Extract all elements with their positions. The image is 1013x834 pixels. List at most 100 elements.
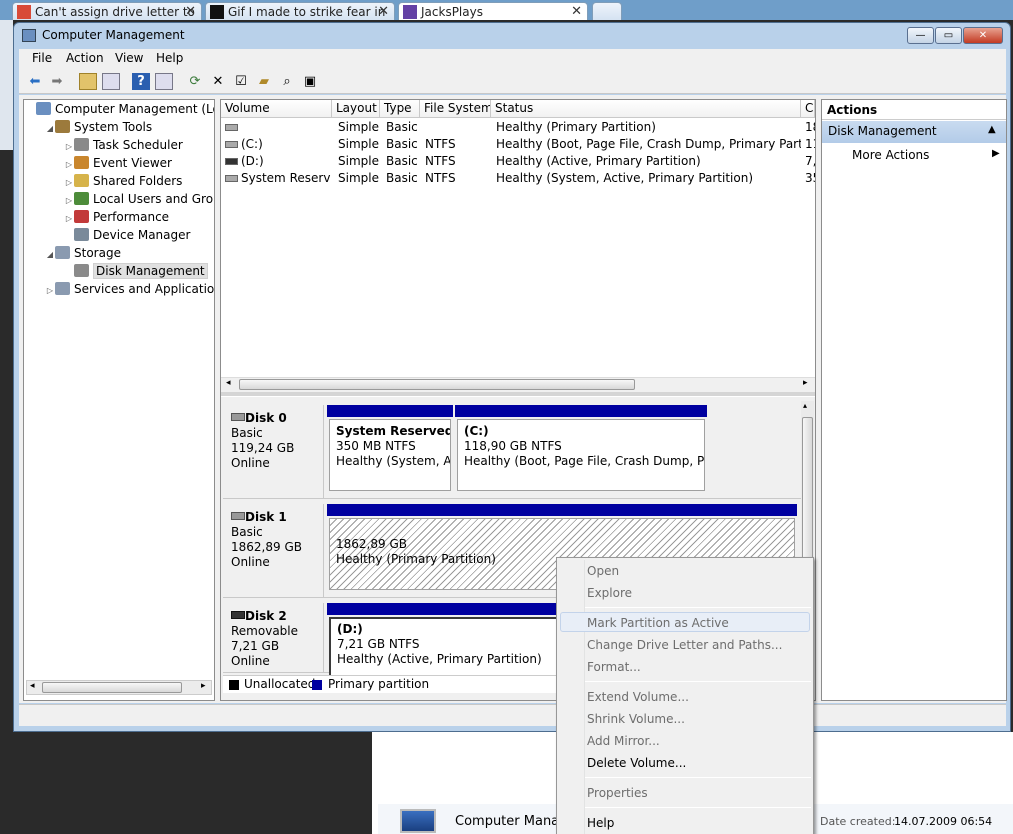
maximize-button[interactable]: ▭ [935,27,962,44]
show-action-pane-icon[interactable] [155,73,173,90]
partition-c[interactable]: (C:) 118,90 GB NTFS Healthy (Boot, Page … [455,405,707,495]
open-folder-icon[interactable]: ▰ [255,73,273,90]
column-header-layout[interactable]: Layout [332,100,380,118]
close-tab-icon[interactable]: ✕ [378,3,389,20]
date-created-label: Date created: [820,815,896,828]
new-tab-button[interactable] [592,2,622,20]
partition-system-reserved[interactable]: System Reserved 350 MB NTFS Healthy (Sys… [327,405,453,495]
table-cell-volume: (C:) [241,137,263,151]
settings-icon[interactable]: ▣ [301,73,319,90]
menu-item-format[interactable]: Format... [587,657,641,677]
scroll-right-icon[interactable]: ▸ [803,378,808,388]
chevron-right-icon: ▶ [992,148,1000,159]
table-row[interactable]: Simple Basic Healthy (Primary Partition) 18 [221,119,815,136]
tree-horizontal-scrollbar[interactable]: ◂ ▸ [26,680,212,695]
tree-item-label: Computer Management (Local [55,102,214,116]
menu-action[interactable]: Action [66,51,104,65]
column-header-volume[interactable]: Volume [221,100,332,118]
menu-view[interactable]: View [115,51,143,65]
back-arrow-icon[interactable]: ⬅ [26,73,44,90]
date-created-value: 14.07.2009 06:54 [894,815,993,828]
menu-gutter [584,560,585,834]
menu-item-shrink-volume[interactable]: Shrink Volume... [587,709,685,729]
drive-icon [225,141,238,148]
menu-item-explore[interactable]: Explore [587,583,632,603]
scroll-left-icon[interactable]: ◂ [226,378,231,388]
tree-item[interactable]: ◢ System Tools [24,118,214,136]
delete-x-icon[interactable]: ✕ [209,73,227,90]
tree-item[interactable]: Computer Management (Local [24,100,214,118]
tree-item[interactable]: Device Manager [24,226,214,244]
tree-item-label: Event Viewer [93,156,172,170]
disk-label[interactable]: Disk 0 Basic 119,24 GB Online [223,405,324,498]
expand-arrow-icon[interactable]: ◢ [45,246,55,264]
tree-node-icon [74,264,89,277]
table-row[interactable]: (C:) Simple Basic NTFS Healthy (Boot, Page F… [221,136,815,153]
search-icon[interactable]: ⌕ [278,73,296,90]
tree-item[interactable]: ▷ Task Scheduler [24,136,214,154]
pane-splitter[interactable] [221,392,815,396]
refresh-icon[interactable]: ⟳ [186,73,204,90]
partition-status: Healthy (System, Act [336,454,451,468]
help-icon[interactable]: ? [132,73,150,90]
up-folder-icon[interactable] [79,73,97,90]
scroll-thumb[interactable] [42,682,182,693]
more-actions-item[interactable]: More Actions ▶ [822,145,1006,165]
collapse-up-icon[interactable]: ▲ [988,124,996,135]
forward-arrow-icon[interactable]: ➡ [48,73,66,90]
close-tab-icon[interactable]: ✕ [185,3,196,20]
tree-item[interactable]: ◢ Storage [24,244,214,262]
partition-size: 7,21 GB NTFS [337,637,420,651]
disk-label[interactable]: Disk 1 Basic 1862,89 GB Online [223,504,324,597]
properties-check-icon[interactable]: ☑ [232,73,250,90]
tree-node-icon [74,228,89,241]
menu-item-open[interactable]: Open [587,561,619,581]
disk-type: Basic [231,525,263,539]
tree-item[interactable]: Disk Management [24,262,214,280]
column-header-file-system[interactable]: File System [420,100,491,118]
site-favicon [210,5,224,19]
tree-item[interactable]: ▷ Services and Applications [24,280,214,298]
table-cell-layout: Simple [338,171,379,185]
menu-item-delete-volume[interactable]: Delete Volume... [587,753,686,773]
expand-arrow-icon[interactable]: ◢ [45,120,55,138]
browser-tab[interactable]: Can't assign drive letter to ✕ [12,2,202,20]
title-bar[interactable]: Computer Management — ▭ ✕ [14,23,1010,49]
menu-help[interactable]: Help [156,51,183,65]
tree-item-label: Performance [93,210,170,224]
tree-item[interactable]: ▷ Shared Folders [24,172,214,190]
menu-item-change-drive-letter[interactable]: Change Drive Letter and Paths... [587,635,782,655]
menu-item-extend-volume[interactable]: Extend Volume... [587,687,689,707]
menu-file[interactable]: File [32,51,52,65]
volume-horizontal-scrollbar[interactable]: ◂ ▸ [221,377,815,392]
browser-tab-active[interactable]: JacksPlays ✕ [398,2,588,20]
site-favicon [17,5,31,19]
column-header-capacity[interactable]: C [801,100,815,118]
tree-item[interactable]: ▷Local Users and Groups [24,190,214,208]
close-tab-icon[interactable]: ✕ [571,3,582,20]
menu-separator [585,807,811,808]
table-row[interactable]: System Reserved Simple Basic NTFS Healthy (S… [221,170,815,187]
disk-label[interactable]: Disk 2 Removable 7,21 GB Online [223,603,324,672]
disk-name: Disk 1 [245,510,287,524]
table-row[interactable]: (D:) Simple Basic NTFS Healthy (Active, Prim… [221,153,815,170]
scroll-right-icon[interactable]: ▸ [201,681,206,691]
column-header-type[interactable]: Type [380,100,420,118]
tree-item[interactable]: ▷ Performance [24,208,214,226]
scroll-up-icon[interactable]: ▴ [803,401,807,410]
tree-item-label: Shared Folders [93,174,183,188]
menu-item-help[interactable]: Help [587,813,614,833]
tree-item[interactable]: ▷ Event Viewer [24,154,214,172]
menu-item-properties[interactable]: Properties [587,783,648,803]
actions-section-disk-management[interactable]: Disk Management ▲ [822,121,1006,143]
expand-arrow-icon[interactable]: ▷ [45,282,55,300]
close-button[interactable]: ✕ [963,27,1003,44]
browser-tab[interactable]: Gif I made to strike fear in ✕ [205,2,395,20]
column-header-status[interactable]: Status [491,100,801,118]
scroll-left-icon[interactable]: ◂ [30,681,35,691]
menu-item-add-mirror[interactable]: Add Mirror... [587,731,660,751]
scroll-thumb[interactable] [239,379,635,390]
minimize-button[interactable]: — [907,27,934,44]
menu-item-mark-active[interactable]: Mark Partition as Active [587,613,729,633]
show-hide-tree-icon[interactable] [102,73,120,90]
